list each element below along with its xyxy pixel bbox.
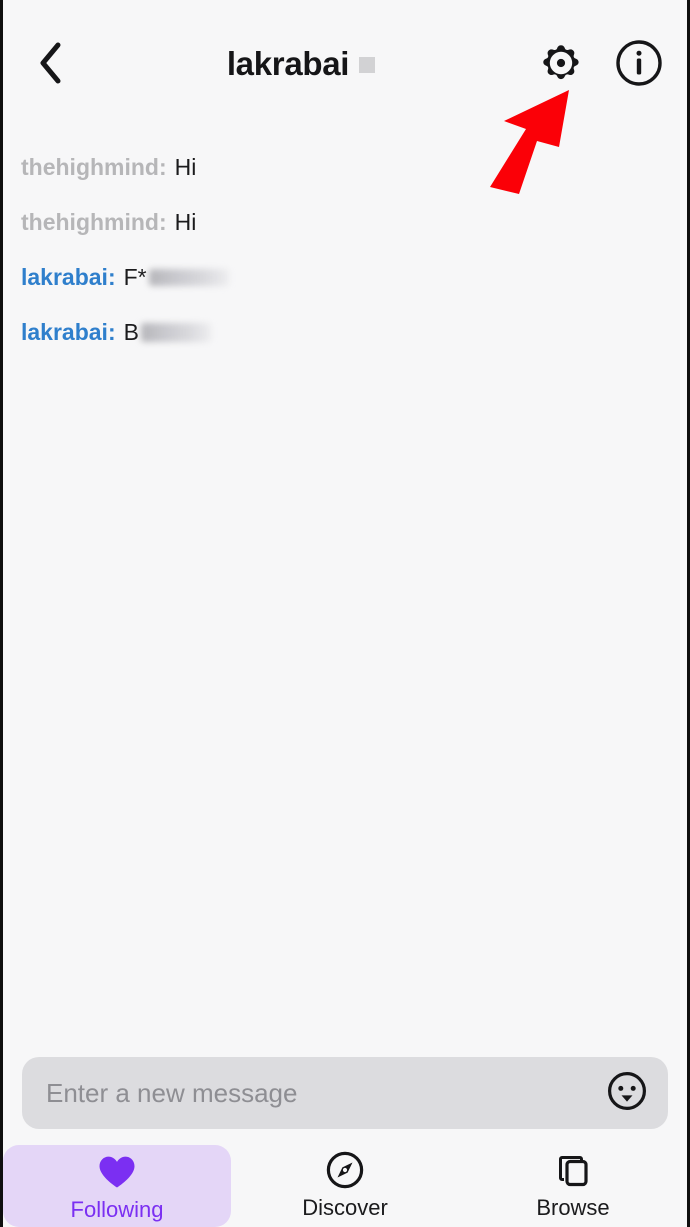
header-actions xyxy=(535,37,665,89)
message-composer xyxy=(3,1045,687,1141)
emoji-button[interactable] xyxy=(604,1070,650,1116)
page-title: lakrabai xyxy=(226,44,350,82)
message-username[interactable]: thehighmind: xyxy=(21,211,167,234)
tab-browse[interactable]: Browse xyxy=(459,1141,687,1227)
composer-field-wrap[interactable] xyxy=(22,1057,668,1129)
message-row: thehighmind: Hi xyxy=(21,195,669,250)
heart-icon xyxy=(97,1152,137,1192)
message-username[interactable]: thehighmind: xyxy=(21,156,167,179)
tab-label: Discover xyxy=(302,1194,388,1220)
message-text: B xyxy=(123,319,139,345)
copy-icon xyxy=(553,1150,593,1190)
message-input[interactable] xyxy=(46,1077,596,1109)
message-row: lakrabai: B xyxy=(21,305,669,360)
message-username[interactable]: lakrabai: xyxy=(21,266,116,289)
tab-label: Browse xyxy=(536,1194,610,1220)
settings-button[interactable] xyxy=(535,37,587,89)
smiley-face-icon xyxy=(605,1069,649,1118)
tab-following[interactable]: Following xyxy=(3,1145,231,1227)
tab-discover[interactable]: Discover xyxy=(231,1141,459,1227)
message-list: thehighmind: Hi thehighmind: Hi lakrabai… xyxy=(3,126,687,1045)
compass-icon xyxy=(325,1150,365,1190)
message-text: Hi xyxy=(174,154,197,180)
message-text: F* xyxy=(123,264,147,290)
chevron-left-icon xyxy=(37,41,63,85)
message-row: thehighmind: Hi xyxy=(21,140,669,195)
redacted-message-blur xyxy=(148,269,229,286)
tab-label: Following xyxy=(70,1196,164,1222)
message-username[interactable]: lakrabai: xyxy=(21,321,116,344)
bottom-navigation: Following Discover Browse xyxy=(3,1141,687,1227)
chat-title-wrap: lakrabai xyxy=(67,47,535,80)
message-text: Hi xyxy=(174,209,197,235)
redacted-message-blur xyxy=(140,323,211,342)
phone-screen: lakrabai thehighmind: Hi thehighmind: Hi… xyxy=(0,0,690,1227)
gear-icon xyxy=(535,37,587,89)
missing-glyph-placeholder xyxy=(359,57,376,73)
message-row: lakrabai: F* xyxy=(21,250,669,305)
info-circle-icon xyxy=(614,38,664,88)
info-button[interactable] xyxy=(613,37,665,89)
chat-header: lakrabai xyxy=(3,0,687,126)
